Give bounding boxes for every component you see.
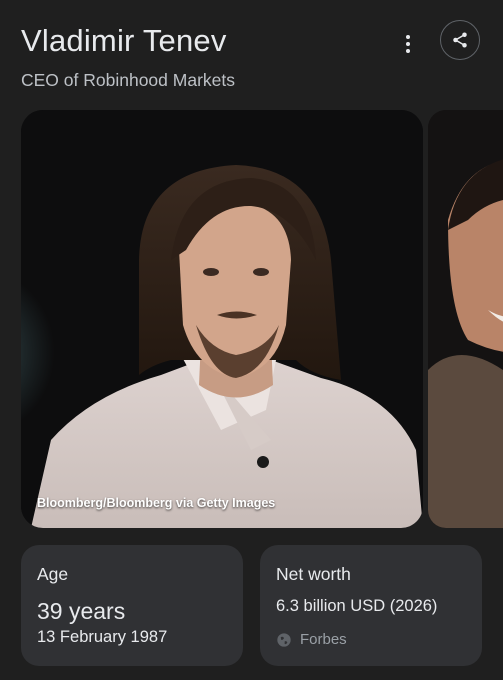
age-value: 39 years [37, 598, 126, 624]
age-label: Age [37, 564, 69, 584]
source-link[interactable]: Forbes [276, 631, 347, 648]
more-options-button[interactable] [396, 30, 420, 58]
net-worth-label: Net worth [276, 564, 351, 584]
net-worth-value: 6.3 billion USD (2026) [276, 597, 438, 615]
source-name: Forbes [300, 631, 347, 648]
person-name: Vladimir Tenev [21, 23, 227, 58]
birth-date: 13 February 1987 [37, 628, 168, 646]
more-vert-icon [406, 35, 410, 39]
main-photo[interactable]: Bloomberg/Bloomberg via Getty Images [21, 110, 423, 528]
share-icon [453, 32, 467, 48]
person-smiling-image [428, 110, 503, 528]
person-portrait-image [21, 110, 423, 528]
next-photo[interactable] [428, 110, 503, 528]
age-card[interactable]: Age 39 years 13 February 1987 [21, 545, 243, 666]
image-credit: Bloomberg/Bloomberg via Getty Images [37, 496, 276, 510]
net-worth-card[interactable]: Net worth 6.3 billion USD (2026) Forbes [260, 545, 482, 666]
globe-icon [277, 632, 291, 647]
image-carousel[interactable]: Bloomberg/Bloomberg via Getty Images [21, 110, 503, 528]
person-role: CEO of Robinhood Markets [21, 70, 235, 90]
share-button[interactable] [440, 20, 480, 60]
